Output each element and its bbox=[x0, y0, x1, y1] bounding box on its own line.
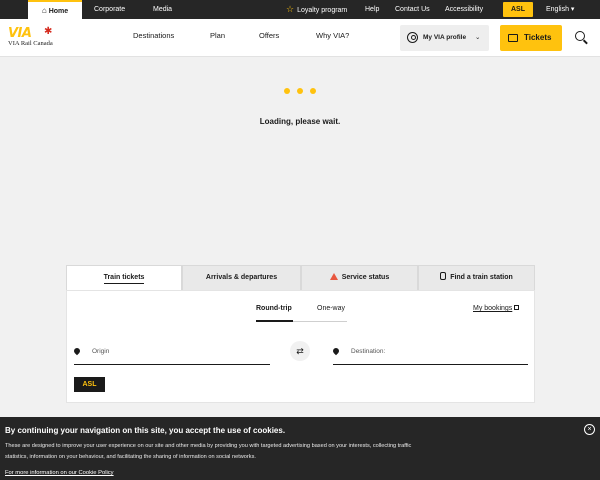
one-way-option[interactable]: One-way bbox=[317, 305, 345, 312]
tab-corporate[interactable]: Corporate bbox=[94, 0, 125, 19]
tab-arrivals-departures[interactable]: Arrivals & departures bbox=[182, 265, 301, 290]
my-bookings-label: My bookings bbox=[473, 305, 513, 312]
star-icon: ☆ bbox=[286, 4, 295, 14]
logo-mark: VIA bbox=[8, 26, 32, 41]
cookie-banner: By continuing your navigation on this si… bbox=[0, 417, 600, 480]
tab-service-status-label: Service status bbox=[341, 274, 390, 281]
language-selector[interactable]: English ▾ bbox=[546, 0, 574, 19]
destination-field[interactable]: Destination: bbox=[331, 343, 528, 365]
tab-service-status[interactable]: Service status bbox=[301, 265, 418, 290]
trip-type-active-indicator bbox=[256, 320, 293, 322]
asl-toggle[interactable]: ASL bbox=[503, 2, 533, 17]
search-icon[interactable] bbox=[574, 30, 590, 46]
profile-button[interactable]: My VIA profile ⌄ bbox=[400, 25, 489, 51]
home-icon: ⌂ bbox=[41, 6, 47, 15]
round-trip-option[interactable]: Round-trip bbox=[256, 305, 292, 312]
maple-leaf-icon: ✱ bbox=[44, 26, 53, 37]
train-icon bbox=[440, 272, 447, 280]
loyalty-link[interactable]: ☆ Loyalty program bbox=[286, 0, 347, 19]
external-link-icon bbox=[514, 305, 520, 310]
tickets-button[interactable]: Tickets bbox=[500, 25, 562, 51]
tab-arrivals-label: Arrivals & departures bbox=[205, 274, 278, 281]
nav-destinations[interactable]: Destinations bbox=[133, 19, 174, 57]
loading-message: Loading, please wait. bbox=[259, 117, 341, 126]
location-pin-icon bbox=[331, 346, 341, 356]
tab-train-tickets[interactable]: Train tickets bbox=[66, 265, 182, 290]
origin-placeholder: Origin bbox=[92, 348, 110, 355]
ticket-icon bbox=[508, 34, 518, 42]
my-bookings-link[interactable]: My bookings bbox=[473, 305, 520, 312]
location-pin-icon bbox=[72, 346, 82, 356]
nav-plan[interactable]: Plan bbox=[210, 19, 225, 57]
close-icon[interactable]: × bbox=[584, 424, 595, 435]
warning-icon bbox=[329, 273, 338, 280]
via-logo[interactable]: VIA ✱ VIA Rail Canada bbox=[8, 26, 60, 52]
asl-button[interactable]: ASL bbox=[74, 377, 105, 392]
profile-icon bbox=[407, 32, 418, 43]
destination-placeholder: Destination: bbox=[351, 348, 386, 355]
tab-find-station-label: Find a train station bbox=[450, 274, 513, 281]
cookie-title: By continuing your navigation on this si… bbox=[5, 426, 286, 435]
logo-subtitle: VIA Rail Canada bbox=[8, 40, 53, 47]
chevron-down-icon: ⌄ bbox=[475, 34, 481, 41]
loading-dots bbox=[284, 88, 316, 94]
profile-label: My VIA profile bbox=[423, 34, 467, 41]
tab-home[interactable]: ⌂ Home bbox=[28, 0, 82, 19]
swap-icon[interactable]: ⇄ bbox=[290, 341, 310, 361]
cookie-body: These are designed to improve your user … bbox=[5, 441, 505, 463]
cookie-policy-link[interactable]: For more information on our Cookie Polic… bbox=[5, 470, 114, 476]
tab-train-tickets-label: Train tickets bbox=[103, 274, 145, 284]
booking-tabs: Train tickets Arrivals & departures Serv… bbox=[66, 265, 535, 290]
origin-field[interactable]: Origin bbox=[72, 343, 270, 365]
loyalty-label: Loyalty program bbox=[297, 7, 348, 14]
nav-offers[interactable]: Offers bbox=[259, 19, 279, 57]
tab-media[interactable]: Media bbox=[153, 0, 172, 19]
utility-bar: ⌂ Home Corporate Media ☆ Loyalty program H… bbox=[0, 0, 600, 19]
help-link[interactable]: Help bbox=[365, 0, 379, 19]
cookie-body-line-1: These are designed to improve your user … bbox=[5, 443, 412, 449]
contact-link[interactable]: Contact Us bbox=[395, 0, 430, 19]
tab-find-station[interactable]: Find a train station bbox=[418, 265, 535, 290]
nav-why-via[interactable]: Why VIA? bbox=[316, 19, 349, 57]
tab-home-label: Home bbox=[48, 8, 69, 15]
accessibility-link[interactable]: Accessibility bbox=[445, 0, 483, 19]
booking-panel: Round-trip One-way My bookings Origin ⇄ … bbox=[66, 290, 535, 403]
main-nav: VIA ✱ VIA Rail Canada Destinations Plan … bbox=[0, 19, 600, 57]
tickets-label: Tickets bbox=[524, 33, 552, 42]
cookie-body-line-2: statistics, information on your behaviou… bbox=[5, 454, 256, 460]
